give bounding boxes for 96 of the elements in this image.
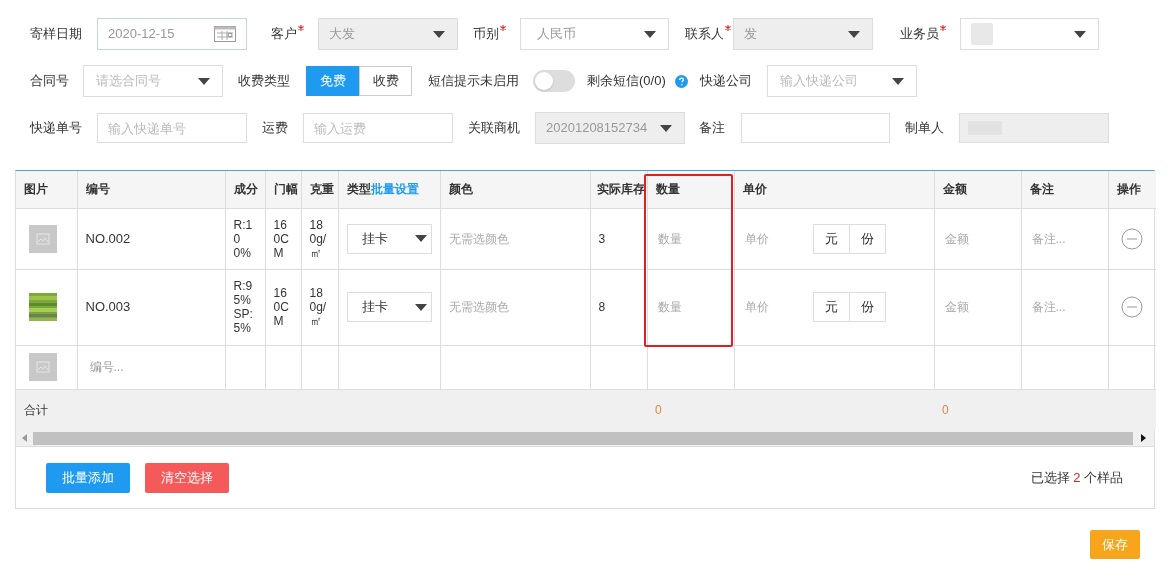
toggle-switch[interactable] [533,70,575,92]
table-cell: 180g/㎡ [309,286,327,328]
column-header: 成分 [233,182,258,197]
field-label: 运费 [262,119,288,138]
scroll-right-icon[interactable] [1141,434,1146,442]
column-header: 门幅 [273,182,298,197]
unit-button[interactable]: 元 [812,292,850,322]
required-icon [940,25,946,32]
unit-button[interactable]: 元 [812,223,850,254]
quantity-input[interactable]: 数量 [651,293,730,321]
required-icon [725,25,731,32]
column-header: 数量 [655,182,680,197]
toggle-option[interactable]: 免费 [306,66,359,96]
note-input[interactable]: 备注... [1025,293,1104,321]
table-cell: 160CM [273,217,289,260]
table-cell: NO.003 [85,299,131,315]
field-label: 快递公司 [699,72,752,91]
table-cell: 8 [598,300,606,314]
caret-icon [644,30,656,38]
select-field[interactable]: 输入快递公司 [766,65,917,97]
scroll-left-icon[interactable] [22,434,27,442]
field-label: 客户 [271,25,297,44]
unit-button[interactable]: 份 [848,223,886,254]
date-field[interactable]: 2020-12-15 [97,18,247,50]
price-input[interactable]: 单价 [738,293,809,321]
column-header: 金额 [942,182,967,197]
caret-icon [414,235,427,242]
amount-input[interactable]: 金额 [938,293,1017,321]
input-field[interactable] [741,113,890,143]
column-header: 操作 [1116,182,1141,197]
batch-set-link[interactable]: 批量设置 [370,182,419,197]
table-cell: R:95% SP:5% [233,279,253,335]
caret-icon [198,77,210,85]
total-label: 合计 [24,402,48,417]
quantity-input[interactable]: 数量 [651,224,730,253]
table-cell: 无需选颜色 [448,231,509,246]
field-label: 制单人 [905,119,944,138]
help-icon[interactable] [674,74,688,88]
table-cell: 160CM [273,286,289,328]
field-label: 合同号 [30,72,69,91]
column-header: 实际库存 [596,182,645,197]
column-header: 备注 [1029,182,1054,197]
selection-summary: 已选择 2 个样品 [1030,468,1123,487]
required-icon [298,25,304,32]
clear-selection-button[interactable]: 清空选择 [145,462,229,493]
table-cell: 180g/㎡ [309,217,327,260]
field-label: 备注 [699,119,725,138]
field-label: 剩余短信(0/0) [587,72,666,91]
caret-icon [848,30,860,38]
amount-input[interactable]: 金额 [938,224,1017,253]
table-cell: 无需选颜色 [448,300,509,314]
table-cell: R:100% [233,217,253,260]
image-placeholder-icon [29,224,57,253]
field-label: 寄样日期 [30,25,82,44]
code-input[interactable]: 编号... [81,353,221,381]
toggle-option[interactable]: 收费 [359,66,412,96]
caret-icon [414,303,427,311]
field-label: 币别 [473,25,499,44]
table-cell: NO.002 [85,230,131,246]
calendar-icon[interactable] [214,26,236,42]
field-label: 收费类型 [238,72,290,91]
total-quantity: 0 [655,402,662,417]
field-label: 业务员 [900,25,939,44]
unit-button[interactable]: 份 [848,292,886,322]
image-placeholder-icon [29,353,57,381]
type-select[interactable]: 挂卡 [346,292,432,322]
caret-icon [660,124,672,132]
column-header: 类型 [346,182,371,197]
select-field[interactable]: 请选合同号 [83,65,223,97]
field-label: 快递单号 [30,119,82,138]
scrollbar-thumb[interactable] [33,431,1133,445]
total-amount: 0 [942,402,949,417]
input-field[interactable]: 输入运费 [303,113,453,143]
remove-icon[interactable] [1121,227,1144,250]
required-icon [500,25,506,32]
column-header: 克重 [309,182,334,197]
caret-icon [1074,30,1086,38]
caret-icon [433,30,445,38]
field-label: 短信提示未启用 [428,72,519,91]
column-header: 颜色 [448,182,473,197]
price-input[interactable]: 单价 [738,224,809,253]
field-label: 关联商机 [468,119,520,138]
field-label: 联系人 [685,25,724,44]
type-select[interactable]: 挂卡 [346,223,432,254]
select-field[interactable]: 人民币 [520,18,669,50]
column-header: 单价 [742,182,767,197]
save-button[interactable]: 保存 [1090,530,1140,559]
remove-icon[interactable] [1121,296,1144,318]
batch-add-button[interactable]: 批量添加 [46,462,130,493]
note-input[interactable]: 备注... [1025,224,1104,253]
caret-icon [891,77,904,85]
column-header: 图片 [24,182,48,197]
select-field[interactable] [960,18,1099,50]
column-header: 编号 [85,182,110,197]
table-cell: 3 [598,231,606,246]
input-field[interactable]: 输入快递单号 [97,113,247,143]
